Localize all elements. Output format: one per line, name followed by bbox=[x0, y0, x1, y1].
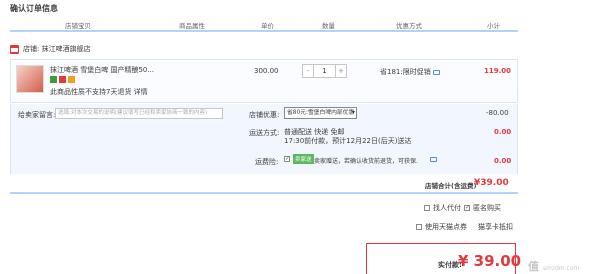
shop-promo-select[interactable]: 省80元:雪堡白啤内部优惠 bbox=[284, 107, 357, 119]
tmall-points-label: 使用天猫点券 bbox=[425, 223, 467, 231]
tmall-points-checkbox[interactable] bbox=[416, 224, 422, 230]
insurance-checkbox[interactable] bbox=[284, 155, 290, 162]
qty-input[interactable]: 1 bbox=[314, 65, 335, 77]
payment-total: ¥ 39.00 bbox=[458, 252, 522, 270]
return-policy-note[interactable]: 此商品性质不支持7天退货 详情 bbox=[50, 87, 148, 97]
tmall-card-option[interactable]: 猫享卡抵扣 bbox=[478, 222, 513, 232]
header-shop-item: 店铺宝贝 bbox=[65, 22, 91, 30]
product-badges bbox=[50, 76, 77, 83]
message-label: 给卖家留言: bbox=[18, 111, 56, 119]
delivery-amount: 0.00 bbox=[494, 128, 512, 136]
insurance-amount: 0.00 bbox=[494, 157, 512, 165]
page-title: 确认订单信息 bbox=[10, 4, 58, 13]
shop-icon bbox=[10, 44, 19, 54]
shop-name-link[interactable]: 店铺: 抹江啤酒旗舰店 bbox=[23, 44, 91, 54]
insurance-info-icon[interactable] bbox=[430, 157, 437, 162]
delivery-eta: 17:30前付款，预计12月22日(后天)送达 bbox=[284, 137, 412, 145]
header-unit-price: 单价 bbox=[261, 22, 274, 30]
pay-for-me-checkbox[interactable] bbox=[424, 205, 430, 211]
chat-icon[interactable] bbox=[432, 69, 440, 75]
discount-info: 省181:限时促销 bbox=[380, 67, 440, 77]
shop-total-value: ¥39.00 bbox=[474, 178, 509, 188]
table-header: 店铺宝贝 商品属性 单价 数量 优惠方式 小计 bbox=[10, 15, 518, 32]
header-attributes: 商品属性 bbox=[179, 22, 205, 30]
anonymous-buy-option[interactable]: 匿名购买 bbox=[464, 203, 501, 213]
watermark-logo: 值 smzdm.com bbox=[528, 258, 579, 274]
anonymous-buy-label: 匿名购买 bbox=[473, 204, 501, 212]
product-title-link[interactable]: 抹江啤酒 雪堡白啤 国产精酿50... bbox=[50, 65, 154, 75]
seller-message-input[interactable]: 选填:对本次交易的说明(建议填写已经和卖家协商一致的内容) bbox=[55, 108, 223, 119]
delivery-method: 普通配送 快递 免邮 bbox=[284, 128, 345, 136]
header-subtotal: 小计 bbox=[487, 22, 500, 30]
item-subtotal: 119.00 bbox=[484, 67, 512, 75]
shop-promo-amount: -80.00 bbox=[486, 109, 509, 117]
delivery-label: 运送方式: bbox=[249, 129, 280, 137]
tmall-icon bbox=[59, 76, 66, 83]
pay-for-me-label: 找人代付 bbox=[433, 204, 461, 212]
watermark-text: 值 bbox=[528, 260, 539, 273]
quantity-stepper: - 1 + bbox=[302, 64, 347, 78]
tmall-points-option[interactable]: 使用天猫点券 bbox=[416, 222, 467, 232]
tmall-card-label: 猫享卡抵扣 bbox=[478, 223, 513, 231]
delivery-info: 普通配送 快递 免邮 17:30前付款，预计12月22日(后天)送达 bbox=[284, 128, 411, 146]
header-quantity: 数量 bbox=[322, 22, 335, 30]
anonymous-buy-checkbox[interactable] bbox=[464, 204, 470, 211]
discount-text: 省181:限时促销 bbox=[380, 68, 431, 76]
pay-for-me-option[interactable]: 找人代付 bbox=[424, 203, 461, 213]
header-discount: 优惠方式 bbox=[396, 22, 422, 30]
insurance-text: 卖家赠送，若确认收货前退货，可获保... bbox=[314, 158, 418, 165]
unit-price: 300.00 bbox=[254, 67, 279, 75]
product-thumbnail[interactable] bbox=[16, 65, 44, 93]
watermark-sub: smzdm.com bbox=[542, 265, 580, 272]
promo-icon bbox=[68, 76, 75, 83]
guarantee-icon bbox=[50, 76, 57, 83]
qty-minus-button[interactable]: - bbox=[303, 65, 314, 77]
insurance-tag: 卖家送 bbox=[293, 154, 314, 164]
qty-plus-button[interactable]: + bbox=[335, 65, 346, 77]
shop-row: 店铺: 抹江啤酒旗舰店 bbox=[10, 43, 91, 55]
insurance-label: 运费险: bbox=[255, 158, 279, 166]
shop-total-label: 店铺合计(含运费) bbox=[425, 182, 477, 190]
shop-promo-label: 店铺优惠: bbox=[249, 111, 280, 119]
